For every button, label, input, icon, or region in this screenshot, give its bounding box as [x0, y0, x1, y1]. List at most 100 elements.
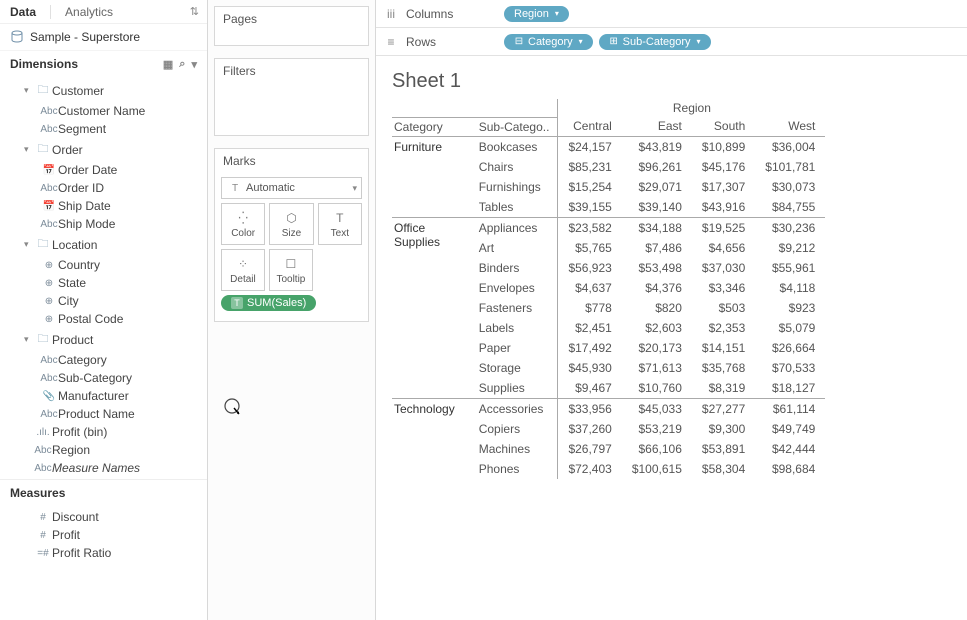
marks-tooltip-button[interactable]: ☐Tooltip	[269, 249, 313, 291]
field-postal-code[interactable]: ⊕Postal Code	[0, 310, 207, 328]
value-cell: $9,300	[692, 419, 755, 439]
table-row[interactable]: TechnologyAccessories$33,956$45,033$27,2…	[392, 398, 825, 419]
datasource-row[interactable]: Sample - Superstore	[0, 24, 207, 51]
value-cell: $45,033	[622, 398, 692, 419]
field-order-id[interactable]: AbcOrder ID	[0, 179, 207, 197]
number-icon: #	[34, 530, 52, 541]
pill-sum-sales[interactable]: T SUM(Sales)	[221, 295, 316, 311]
value-cell: $61,114	[755, 398, 825, 419]
datasource-icon	[10, 30, 24, 44]
field-ship-date[interactable]: 📅Ship Date	[0, 197, 207, 215]
field-order-date[interactable]: 📅Order Date	[0, 161, 207, 179]
tab-options-icon[interactable]: ⇅	[190, 5, 199, 18]
chevron-down-icon: ▾	[24, 239, 34, 250]
field-product-name[interactable]: AbcProduct Name	[0, 405, 207, 423]
value-cell: $30,073	[755, 177, 825, 197]
field-customer-name[interactable]: AbcCustomer Name	[0, 102, 207, 120]
menu-icon[interactable]: ▾	[191, 58, 197, 71]
value-cell: $53,219	[622, 419, 692, 439]
field-discount[interactable]: #Discount	[0, 508, 207, 526]
detail-icon: ⁘	[238, 256, 248, 272]
value-cell: $4,637	[558, 278, 622, 298]
datasource-name: Sample - Superstore	[30, 30, 140, 44]
tab-data[interactable]: Data	[0, 1, 46, 23]
crosstab[interactable]: RegionCategorySub-Catego..CentralEastSou…	[392, 99, 951, 479]
value-cell: $923	[755, 298, 825, 318]
collapse-icon: ⊟	[514, 36, 524, 47]
value-cell: $26,797	[558, 439, 622, 459]
field-city[interactable]: ⊕City	[0, 292, 207, 310]
folder-customer[interactable]: ▾ 🗀 Customer	[0, 79, 207, 102]
subcategory-cell: Chairs	[469, 157, 558, 177]
value-cell: $17,492	[558, 338, 622, 358]
table-row[interactable]: OfficeSuppliesAppliances$23,582$34,188$1…	[392, 217, 825, 238]
marks-color-button[interactable]: ⁛Color	[221, 203, 265, 245]
category-cell: Furniture	[392, 136, 469, 217]
pill-category[interactable]: ⊟Category▾	[504, 34, 593, 50]
value-cell: $29,071	[622, 177, 692, 197]
value-cell: $14,151	[692, 338, 755, 358]
marks-detail-button[interactable]: ⁘Detail	[221, 249, 265, 291]
subcategory-cell: Fasteners	[469, 298, 558, 318]
folder-location[interactable]: ▾ 🗀 Location	[0, 233, 207, 256]
columns-shelf[interactable]: iii Columns Region▾	[376, 0, 967, 28]
chevron-down-icon: ▾	[24, 85, 34, 96]
folder-icon: 🗀	[34, 81, 52, 100]
value-cell: $4,656	[692, 238, 755, 258]
field-country[interactable]: ⊕Country	[0, 256, 207, 274]
value-cell: $39,155	[558, 197, 622, 218]
field-category[interactable]: AbcCategory	[0, 351, 207, 369]
marks-type-dropdown[interactable]: T Automatic ▾	[221, 177, 362, 199]
field-measure-names[interactable]: AbcMeasure Names	[0, 459, 207, 477]
value-cell: $8,319	[692, 378, 755, 399]
folder-order[interactable]: ▾ 🗀 Order	[0, 138, 207, 161]
table-row[interactable]: FurnitureBookcases$24,157$43,819$10,899$…	[392, 136, 825, 157]
field-sub-category[interactable]: AbcSub-Category	[0, 369, 207, 387]
search-icon[interactable]: ⌕	[179, 58, 185, 71]
filters-shelf[interactable]: Filters	[214, 58, 369, 136]
abc-icon: Abc	[40, 219, 58, 230]
field-profit[interactable]: #Profit	[0, 526, 207, 544]
marks-size-button[interactable]: ⬡Size	[269, 203, 313, 245]
value-cell: $24,157	[558, 136, 622, 157]
rows-shelf[interactable]: ≡ Rows ⊟Category▾ ⊞Sub-Category▾	[376, 28, 967, 56]
folder-product[interactable]: ▾ 🗀 Product	[0, 328, 207, 351]
value-cell: $43,819	[622, 136, 692, 157]
tab-analytics[interactable]: Analytics	[55, 1, 123, 23]
clip-icon: 📎	[40, 391, 58, 402]
sheet-title[interactable]: Sheet 1	[392, 70, 951, 93]
value-cell: $53,891	[692, 439, 755, 459]
value-cell: $26,664	[755, 338, 825, 358]
pill-region[interactable]: Region▾	[504, 6, 569, 22]
field-ship-mode[interactable]: AbcShip Mode	[0, 215, 207, 233]
value-cell: $34,188	[622, 217, 692, 238]
chevron-down-icon: ▾	[555, 9, 559, 18]
category-cell: Technology	[392, 398, 469, 479]
field-profit-bin[interactable]: .ılı.Profit (bin)	[0, 423, 207, 441]
subcategory-cell: Tables	[469, 197, 558, 218]
field-state[interactable]: ⊕State	[0, 274, 207, 292]
data-pane: Data Analytics ⇅ Sample - Superstore Dim…	[0, 0, 208, 620]
value-cell: $20,173	[622, 338, 692, 358]
side-tabs: Data Analytics ⇅	[0, 0, 207, 24]
value-cell: $2,603	[622, 318, 692, 338]
subcategory-cell: Paper	[469, 338, 558, 358]
tooltip-icon: ☐	[286, 256, 297, 272]
value-cell: $23,582	[558, 217, 622, 238]
size-icon: ⬡	[286, 210, 296, 226]
subcategory-cell: Phones	[469, 459, 558, 479]
value-cell: $84,755	[755, 197, 825, 218]
view-as-icon[interactable]: ▦	[163, 58, 173, 71]
value-cell: $9,212	[755, 238, 825, 258]
subcategory-cell: Bookcases	[469, 136, 558, 157]
field-profit-ratio[interactable]: =#Profit Ratio	[0, 544, 207, 562]
value-cell: $4,376	[622, 278, 692, 298]
field-manufacturer[interactable]: 📎Manufacturer	[0, 387, 207, 405]
pages-shelf[interactable]: Pages	[214, 6, 369, 46]
pill-sub-category[interactable]: ⊞Sub-Category▾	[599, 34, 711, 50]
marks-text-button[interactable]: TText	[318, 203, 362, 245]
text-mark-icon: T	[228, 183, 242, 194]
subcategory-cell: Copiers	[469, 419, 558, 439]
field-region[interactable]: AbcRegion	[0, 441, 207, 459]
field-segment[interactable]: AbcSegment	[0, 120, 207, 138]
